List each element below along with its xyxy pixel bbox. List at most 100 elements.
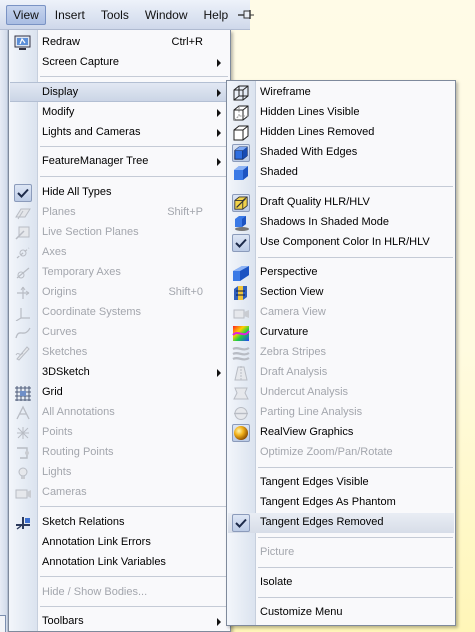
lights-icon (13, 464, 33, 482)
menu-item-use-component-color[interactable]: Use Component Color In HLR/HLV (228, 233, 454, 253)
menu-item-draft-analysis[interactable]: Draft Analysis (228, 363, 454, 383)
menu-item-hidden-lines-visible[interactable]: Hidden Lines Visible (228, 103, 454, 123)
menu-item-customize-menu[interactable]: Customize Menu (228, 603, 454, 623)
menu-item-routing-points[interactable]: Routing Points (10, 443, 229, 463)
menu-item-planes[interactable]: Planes Shift+P (10, 203, 229, 223)
menu-item-display[interactable]: Display (10, 82, 229, 102)
points-icon (13, 424, 33, 442)
menu-item-sketch-relations[interactable]: Sketch Relations (10, 513, 229, 533)
menu-item-cameras[interactable]: Cameras (10, 483, 229, 503)
perspective-icon (231, 264, 251, 282)
menu-item-zebra-stripes[interactable]: Zebra Stripes (228, 343, 454, 363)
view-menu: Redraw Ctrl+R Screen Capture Display Mod… (8, 30, 231, 632)
menu-separator (40, 76, 228, 77)
menu-item-label: Shaded With Edges (260, 146, 358, 158)
menu-view[interactable]: View (6, 4, 46, 25)
menu-item-curvature[interactable]: Curvature (228, 323, 454, 343)
menu-item-undercut-analysis[interactable]: Undercut Analysis (228, 383, 454, 403)
menu-item-label: Tangent Edges Visible (260, 476, 369, 488)
menu-item-annotation-link-errors[interactable]: Annotation Link Errors (10, 533, 229, 553)
menu-item-points[interactable]: Points (10, 423, 229, 443)
menu-item-grid[interactable]: Grid (10, 383, 229, 403)
menu-item-label: Isolate (260, 576, 293, 588)
menu-item-axes[interactable]: Axes (10, 243, 229, 263)
menu-item-picture[interactable]: Picture (228, 543, 454, 563)
menu-shortcut: Shift+P (167, 206, 203, 218)
menu-item-lights-and-cameras[interactable]: Lights and Cameras (10, 123, 229, 143)
coordinate-systems-icon (13, 304, 33, 322)
menu-item-label: Hide / Show Bodies... (42, 586, 148, 598)
menu-item-label: FeatureManager Tree (42, 155, 149, 167)
menu-item-sketches[interactable]: Sketches (10, 343, 229, 363)
menu-item-origins[interactable]: Origins Shift+0 (10, 283, 229, 303)
menu-item-tangent-edges-visible[interactable]: Tangent Edges Visible (228, 473, 454, 493)
menu-item-label: Coordinate Systems (42, 306, 142, 318)
axes-icon (13, 244, 33, 262)
menu-item-label: Wireframe (260, 86, 311, 98)
menu-window[interactable]: Window (138, 5, 195, 25)
menu-item-shaded[interactable]: Shaded (228, 163, 454, 183)
menu-item-screen-capture[interactable]: Screen Capture (10, 53, 229, 73)
menu-item-label: Planes (42, 206, 76, 218)
menu-item-shaded-with-edges[interactable]: Shaded With Edges (228, 143, 454, 163)
curves-icon (13, 324, 33, 342)
menu-item-label: Shaded (260, 166, 298, 178)
menu-item-temporary-axes[interactable]: Temporary Axes (10, 263, 229, 283)
menu-separator (40, 576, 228, 577)
menu-item-annotation-link-variables[interactable]: Annotation Link Variables (10, 553, 229, 573)
menu-item-hide-all-types[interactable]: Hide All Types (10, 183, 229, 203)
menu-item-tangent-edges-as-phantom[interactable]: Tangent Edges As Phantom (228, 493, 454, 513)
menu-item-modify[interactable]: Modify (10, 103, 229, 123)
menu-item-coordinate-systems[interactable]: Coordinate Systems (10, 303, 229, 323)
menu-insert[interactable]: Insert (48, 5, 92, 25)
menu-item-wireframe[interactable]: Wireframe (228, 83, 454, 103)
menu-item-label: Shadows In Shaded Mode (260, 216, 390, 228)
menu-item-curves[interactable]: Curves (10, 323, 229, 343)
menu-separator (258, 537, 453, 538)
menu-item-camera-view[interactable]: Camera View (228, 303, 454, 323)
menu-item-optimize-zoom-pan-rotate[interactable]: Optimize Zoom/Pan/Rotate (228, 443, 454, 463)
menu-shortcut: Ctrl+R (171, 36, 203, 48)
collapsed-panel-button[interactable] (0, 615, 6, 632)
menu-item-parting-line-analysis[interactable]: Parting Line Analysis (228, 403, 454, 423)
menu-item-tangent-edges-removed[interactable]: Tangent Edges Removed (228, 513, 454, 533)
menu-tools[interactable]: Tools (94, 5, 136, 25)
menu-item-label: Customize Menu (260, 606, 343, 618)
menu-item-toolbars[interactable]: Toolbars (10, 612, 229, 632)
submenu-arrow-icon (217, 129, 221, 137)
menu-item-draft-quality[interactable]: Draft Quality HLR/HLV (228, 193, 454, 213)
sketch-relations-icon (13, 514, 33, 532)
menu-item-all-annotations[interactable]: All Annotations (10, 403, 229, 423)
checkmark-icon (13, 184, 33, 202)
submenu-arrow-icon (217, 618, 221, 626)
menu-item-3dsketch[interactable]: 3DSketch (10, 363, 229, 383)
menu-item-shadows-in-shaded-mode[interactable]: Shadows In Shaded Mode (228, 213, 454, 233)
submenu-arrow-icon (217, 369, 221, 377)
menu-item-lights[interactable]: Lights (10, 463, 229, 483)
menu-item-label: Modify (42, 106, 75, 118)
menu-item-isolate[interactable]: Isolate (228, 573, 454, 593)
menu-item-realview-graphics[interactable]: RealView Graphics (228, 423, 454, 443)
realview-graphics-icon (231, 424, 251, 442)
menu-item-featuremanager-tree[interactable]: FeatureManager Tree (10, 152, 229, 172)
menu-separator (258, 257, 453, 258)
hidden-lines-removed-icon (231, 124, 251, 142)
menu-item-label: Axes (42, 246, 67, 258)
application-edge (0, 30, 8, 632)
menu-item-redraw[interactable]: Redraw Ctrl+R (10, 33, 229, 53)
menu-item-perspective[interactable]: Perspective (228, 263, 454, 283)
menu-item-label: All Annotations (42, 406, 115, 418)
parting-line-analysis-icon (231, 404, 251, 422)
draft-quality-icon (231, 194, 251, 212)
menu-item-live-section-planes[interactable]: Live Section Planes (10, 223, 229, 243)
pin-icon[interactable] (237, 5, 255, 25)
menu-item-section-view[interactable]: Section View (228, 283, 454, 303)
submenu-arrow-icon (217, 109, 221, 117)
shadows-icon (231, 214, 251, 232)
menu-item-label: Tangent Edges As Phantom (260, 496, 396, 508)
menu-help[interactable]: Help (197, 5, 236, 25)
menu-item-hidden-lines-removed[interactable]: Hidden Lines Removed (228, 123, 454, 143)
zebra-stripes-icon (231, 344, 251, 362)
menu-item-hide-show-bodies[interactable]: Hide / Show Bodies... (10, 583, 229, 603)
live-section-planes-icon (13, 224, 33, 242)
